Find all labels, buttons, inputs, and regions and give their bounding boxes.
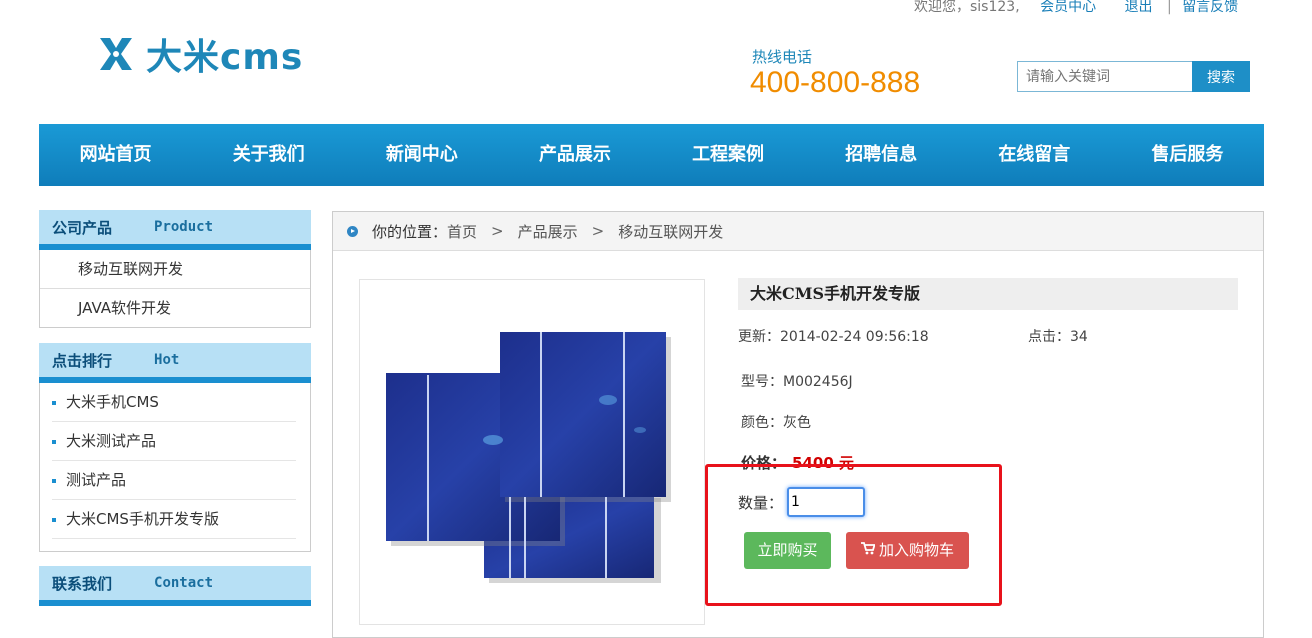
sidebar-products-title: 公司产品 [52,218,113,237]
bullet-icon [52,400,56,405]
sidebar-item-java-dev[interactable]: JAVA软件开发 [40,289,310,327]
member-center-link[interactable]: 会员中心 [1040,0,1096,15]
color-label: 颜色： [741,415,783,431]
main-nav: 网站首页 关于我们 新闻中心 产品展示 工程案例 招聘信息 在线留言 售后服务 [39,124,1264,186]
color-value: 灰色 [783,415,811,431]
product-image [359,279,705,625]
breadcrumb-home[interactable]: 首页 [447,221,477,242]
clicks-label: 点击： [1028,329,1070,345]
breadcrumb-category[interactable]: 产品展示 [518,221,578,242]
product-model: 型号：M002456J [741,371,853,391]
sidebar-contact: 联系我们 Contact [39,566,311,606]
hotline-label: 热线电话 [752,48,813,66]
sidebar-hot-header: 点击排行 Hot [39,343,311,383]
hot-item-label: 大米手机CMS [66,393,159,411]
search-input[interactable] [1017,61,1192,92]
chevron-right-icon: > [491,222,504,240]
bullet-icon [52,478,56,483]
welcome-text: 欢迎您，sis123, [914,0,1020,15]
site-logo[interactable]: 大米cms [96,34,303,78]
hotline-number: 400-800-888 [750,66,921,99]
list-item[interactable]: 大米CMS手机开发专版 [52,500,296,539]
logo-icon [100,38,132,70]
hot-item-label: 大米测试产品 [66,432,157,450]
location-icon [347,225,358,237]
sidebar-contact-title: 联系我们 [52,574,113,593]
product-title: 大米CMS手机开发专版 [738,278,1238,310]
hot-item-label: 测试产品 [66,471,127,489]
breadcrumb-label: 你的位置： [372,222,448,241]
sidebar-products-subtitle: Product [154,219,214,235]
sidebar-hot: 点击排行 Hot 大米手机CMS 大米测试产品 测试产品 大米CMS手机开发专版 [39,343,311,552]
logo-text: 大米cms [146,37,304,78]
nav-item-service[interactable]: 售后服务 [1111,124,1264,186]
link-separator: | [1167,0,1172,15]
hot-item-label: 大米CMS手机开发专版 [66,510,219,528]
bullet-icon [52,439,56,444]
model-value: M002456J [783,374,853,390]
list-item[interactable]: 测试产品 [52,461,296,500]
product-color: 颜色：灰色 [741,412,811,432]
model-label: 型号： [741,374,783,390]
sidebar-item-mobile-dev[interactable]: 移动互联网开发 [40,250,310,289]
clicks-value: 34 [1070,329,1088,345]
list-item[interactable]: 大米手机CMS [52,383,296,422]
nav-item-about[interactable]: 关于我们 [192,124,345,186]
nav-item-cases[interactable]: 工程案例 [652,124,805,186]
chevron-right-icon: > [591,222,605,240]
sidebar-hot-title: 点击排行 [52,351,113,370]
search-bar: 搜索 [1017,61,1252,92]
search-button[interactable]: 搜索 [1192,61,1250,92]
nav-item-products[interactable]: 产品展示 [498,124,651,186]
nav-item-news[interactable]: 新闻中心 [345,124,498,186]
sidebar-hot-subtitle: Hot [154,352,180,368]
list-item[interactable]: 大米测试产品 [52,422,296,461]
nav-item-jobs[interactable]: 招聘信息 [805,124,958,186]
updated-value: 2014-02-24 09:56:18 [780,329,929,345]
sidebar-products-header: 公司产品 Product [39,210,311,250]
sidebar-contact-subtitle: Contact [154,575,214,591]
nav-item-home[interactable]: 网站首页 [39,124,192,186]
nav-item-message[interactable]: 在线留言 [958,124,1111,186]
updated-label: 更新： [738,329,780,345]
logout-link[interactable]: 退出 [1125,0,1153,15]
breadcrumb: 你的位置： 首页 > 产品展示 > 移动互联网开发 [333,212,1263,251]
sidebar-contact-header: 联系我们 Contact [39,566,311,606]
solar-panel-image [386,332,671,583]
product-clicks: 点击：34 [1028,326,1088,346]
product-updated: 更新：2014-02-24 09:56:18 [738,326,929,346]
feedback-link[interactable]: 留言反馈 [1182,0,1238,15]
highlight-box [705,464,1002,606]
bullet-icon [52,517,56,522]
top-links: 欢迎您，sis123, 会员中心 退出 | 留言反馈 [914,0,1242,16]
sidebar-products: 公司产品 Product 移动互联网开发 JAVA软件开发 [39,210,311,328]
breadcrumb-current[interactable]: 移动互联网开发 [618,221,723,242]
